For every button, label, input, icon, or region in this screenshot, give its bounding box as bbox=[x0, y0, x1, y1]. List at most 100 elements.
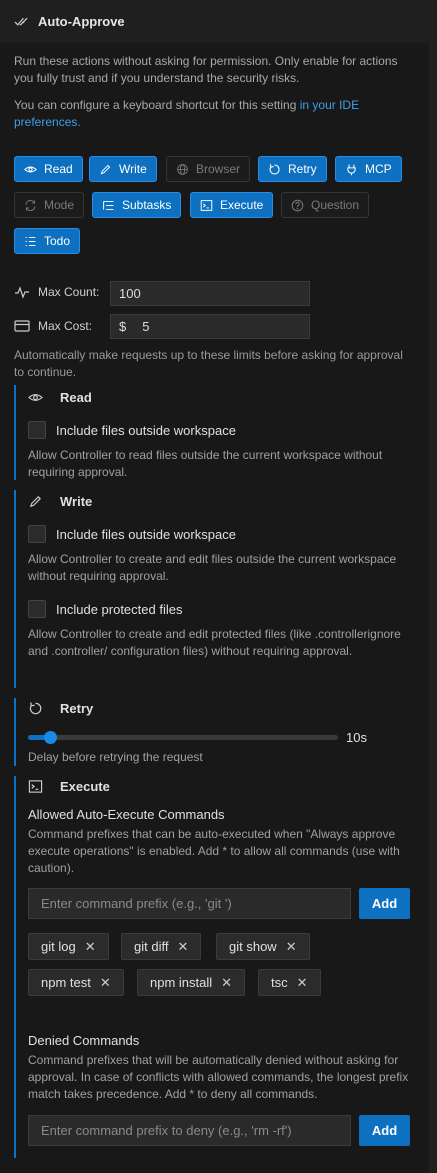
max-count-text: Max Count: bbox=[38, 285, 100, 299]
allowed-command-input[interactable]: Enter command prefix (e.g., 'git ') bbox=[28, 888, 351, 919]
write-outside-workspace-option[interactable]: Include files outside workspace bbox=[28, 525, 236, 543]
read-outside-workspace-checkbox[interactable] bbox=[28, 421, 46, 439]
read-section-bar bbox=[14, 385, 16, 480]
allowed-commands-desc: Command prefixes that can be auto-execut… bbox=[28, 827, 400, 875]
toggle-mcp-label: MCP bbox=[365, 162, 392, 176]
toggle-mode-label: Mode bbox=[44, 198, 75, 212]
toggle-mode[interactable]: Mode bbox=[14, 192, 85, 218]
retry-section-bar bbox=[14, 698, 16, 766]
write-outside-workspace-desc: Allow Controller to create and edit file… bbox=[28, 552, 397, 583]
write-protected-files-label: Include protected files bbox=[56, 601, 183, 617]
write-protected-files-option[interactable]: Include protected files bbox=[28, 600, 182, 618]
max-cost-value: 5 bbox=[142, 319, 150, 334]
remove-tag-button[interactable]: ✕ bbox=[221, 975, 232, 991]
header-title: Auto-Approve bbox=[38, 14, 125, 29]
toggle-execute-label: Execute bbox=[220, 198, 264, 212]
credit-card-icon bbox=[14, 320, 30, 332]
eye-icon bbox=[28, 394, 43, 401]
write-outside-workspace-checkbox[interactable] bbox=[28, 525, 46, 543]
max-cost-text: Max Cost: bbox=[38, 319, 93, 333]
toggle-execute[interactable]: Execute bbox=[190, 192, 274, 218]
terminal-icon bbox=[200, 199, 213, 211]
pencil-icon bbox=[29, 496, 41, 508]
retry-delay-slider[interactable] bbox=[28, 731, 338, 744]
double-check-icon bbox=[14, 17, 28, 26]
question-icon bbox=[291, 199, 304, 211]
toggle-subtasks-label: Subtasks bbox=[122, 198, 172, 212]
read-title-text: Read bbox=[60, 390, 92, 405]
currency-symbol: $ bbox=[119, 319, 127, 334]
globe-icon bbox=[177, 163, 188, 175]
toggle-subtasks[interactable]: Subtasks bbox=[92, 192, 182, 218]
toggle-mcp[interactable]: MCP bbox=[335, 156, 402, 182]
checklist-icon bbox=[25, 236, 36, 246]
write-title-text: Write bbox=[60, 494, 93, 509]
read-outside-workspace-label: Include files outside workspace bbox=[56, 422, 236, 438]
toggle-question[interactable]: Question bbox=[281, 192, 370, 218]
allowed-command-tag: tsc ✕ bbox=[258, 969, 321, 996]
remove-tag-button[interactable]: ✕ bbox=[286, 939, 297, 955]
add-allowed-command-button[interactable]: Add bbox=[359, 888, 410, 919]
remove-tag-button[interactable]: ✕ bbox=[100, 975, 111, 991]
allowed-command-tag: npm install ✕ bbox=[137, 969, 246, 996]
remove-tag-button[interactable]: ✕ bbox=[177, 939, 188, 955]
read-outside-workspace-option[interactable]: Include files outside workspace bbox=[28, 421, 236, 439]
max-count-input[interactable]: 100 bbox=[110, 281, 310, 306]
toggle-question-label: Question bbox=[311, 198, 360, 212]
allowed-command-tag: git diff ✕ bbox=[121, 933, 202, 960]
toggle-browser-label: Browser bbox=[196, 162, 241, 176]
toggle-browser[interactable]: Browser bbox=[166, 156, 251, 182]
toggle-todo[interactable]: Todo bbox=[14, 228, 81, 254]
write-section-bar bbox=[14, 490, 16, 688]
remove-tag-button[interactable]: ✕ bbox=[85, 939, 96, 955]
allowed-commands-title: Allowed Auto-Execute Commands bbox=[28, 807, 225, 822]
limits-note: Automatically make requests up to these … bbox=[14, 348, 403, 379]
pulse-icon bbox=[15, 286, 29, 299]
shortcut-prefix: You can configure a keyboard shortcut fo… bbox=[14, 98, 300, 112]
tag-label: npm test bbox=[41, 975, 91, 990]
denied-command-input[interactable]: Enter command prefix to deny (e.g., 'rm … bbox=[28, 1115, 351, 1146]
write-protected-files-checkbox[interactable] bbox=[28, 600, 46, 618]
shortcut-text: You can configure a keyboard shortcut fo… bbox=[14, 97, 413, 131]
tag-label: npm install bbox=[150, 975, 213, 990]
retry-slider-thumb[interactable] bbox=[44, 731, 57, 744]
retry-desc: Delay before retrying the request bbox=[28, 750, 203, 764]
intro-text: Run these actions without asking for per… bbox=[14, 54, 398, 85]
toggle-retry-label: Retry bbox=[288, 162, 317, 176]
scrollbar[interactable] bbox=[429, 43, 437, 1173]
terminal-icon bbox=[28, 780, 43, 793]
execute-section-title: Execute bbox=[28, 779, 110, 794]
toggle-read-label: Read bbox=[44, 162, 73, 176]
max-cost-input[interactable]: $ 5 bbox=[110, 314, 310, 339]
refresh-icon bbox=[29, 702, 42, 715]
retry-title-text: Retry bbox=[60, 701, 94, 716]
write-section-title: Write bbox=[28, 494, 92, 509]
tag-label: git log bbox=[41, 939, 76, 954]
plug-icon bbox=[347, 164, 356, 175]
max-cost-label: Max Cost: bbox=[14, 319, 92, 333]
denied-commands-title: Denied Commands bbox=[28, 1033, 140, 1048]
allowed-command-tag: npm test ✕ bbox=[28, 969, 124, 996]
toggle-todo-label: Todo bbox=[44, 234, 71, 248]
max-count-label: Max Count: bbox=[14, 285, 99, 299]
toggle-retry[interactable]: Retry bbox=[258, 156, 327, 182]
execute-title-text: Execute bbox=[60, 779, 110, 794]
pencil-icon bbox=[100, 164, 111, 174]
eye-icon bbox=[24, 166, 37, 172]
read-outside-workspace-desc: Allow Controller to read files outside t… bbox=[28, 448, 383, 479]
retry-section-title: Retry bbox=[28, 701, 93, 716]
remove-tag-button[interactable]: ✕ bbox=[297, 975, 308, 991]
auto-approve-header[interactable]: Auto-Approve bbox=[0, 0, 437, 43]
denied-commands-desc: Command prefixes that will be automatica… bbox=[28, 1053, 409, 1101]
read-section-title: Read bbox=[28, 390, 92, 405]
sync-icon bbox=[25, 199, 36, 211]
toggle-read[interactable]: Read bbox=[14, 156, 83, 182]
list-tree-icon bbox=[103, 200, 114, 210]
execute-section-bar bbox=[14, 776, 16, 1158]
retry-delay-value: 10s bbox=[346, 730, 367, 745]
write-protected-files-desc: Allow Controller to create and edit prot… bbox=[28, 627, 401, 658]
tag-label: git show bbox=[229, 939, 277, 954]
add-denied-command-button[interactable]: Add bbox=[359, 1115, 410, 1146]
tag-label: git diff bbox=[134, 939, 169, 954]
toggle-write[interactable]: Write bbox=[89, 156, 157, 182]
